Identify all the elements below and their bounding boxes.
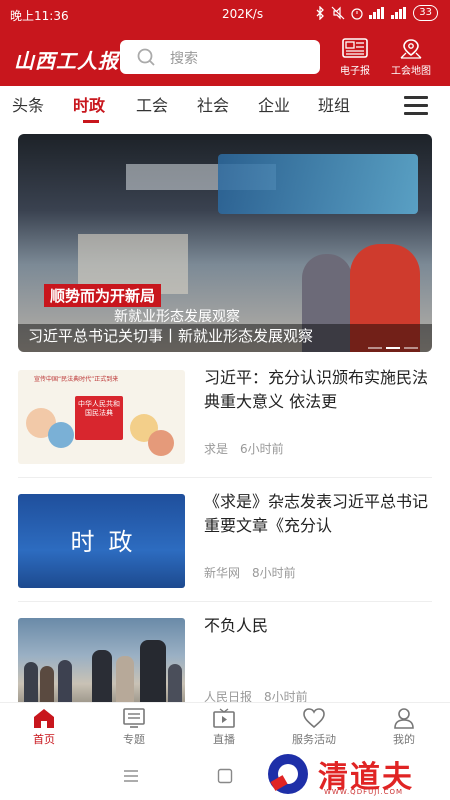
live-icon	[213, 708, 235, 728]
nav-mine[interactable]: 我的	[369, 707, 439, 747]
app-header: 山西工人报 搜索 电子报 工会地图	[0, 30, 450, 86]
hero-overlay-subtitle: 新就业形态发展观察	[114, 309, 240, 325]
bottom-navigation: 首页 专题 直播 服务活动 我的	[0, 702, 450, 755]
active-tab-indicator	[83, 120, 99, 123]
newspaper-icon	[342, 38, 368, 58]
news-time: 6小时前	[240, 442, 284, 456]
tab-society[interactable]: 社会	[197, 92, 229, 116]
mute-icon	[331, 6, 345, 20]
epaper-label: 电子报	[340, 66, 370, 77]
thumb-headline: 宣传中国“民法典时代”正式到来	[34, 376, 119, 383]
tab-enterprise[interactable]: 企业	[258, 92, 290, 116]
nav-live-label: 直播	[213, 733, 235, 746]
bluetooth-icon	[316, 6, 325, 20]
nav-mine-label: 我的	[393, 733, 415, 746]
heart-icon	[303, 708, 325, 729]
status-icons: 33	[315, 5, 438, 21]
news-source: 求是	[204, 442, 229, 456]
home-square-icon[interactable]	[217, 768, 233, 784]
nav-topics-label: 专题	[123, 733, 145, 746]
divider	[18, 477, 432, 478]
app-logo: 山西工人报	[14, 49, 119, 73]
tab-union[interactable]: 工会	[136, 92, 168, 116]
menu-lines-icon[interactable]	[124, 770, 138, 782]
news-title: 不负人民	[204, 616, 269, 635]
search-placeholder: 搜索	[170, 51, 198, 67]
hero-caption: 习近平总书记关切事丨新就业形态发展观察	[28, 327, 314, 345]
search-icon	[137, 48, 155, 66]
divider	[18, 601, 432, 602]
tab-politics[interactable]: 时政	[73, 92, 105, 116]
topic-icon	[123, 708, 145, 728]
nav-home-label: 首页	[33, 733, 55, 746]
cartoon-figure	[48, 422, 74, 448]
status-time: 晚上11:36	[10, 9, 69, 23]
network-speed: 202K/s	[222, 7, 264, 21]
news-meta: 新华网 8小时前	[204, 564, 296, 581]
nav-topics[interactable]: 专题	[99, 707, 169, 747]
hero-bg-sign	[218, 154, 418, 214]
news-thumbnail: 时政	[18, 494, 185, 588]
home-icon	[34, 709, 54, 728]
news-source: 新华网	[204, 566, 241, 580]
news-title: 《求是》杂志发表习近平总书记重要文章《充分认	[204, 492, 429, 535]
watermark: 清道夫 WWW.QDFUJI.COM	[268, 752, 438, 798]
carousel-dot	[368, 347, 382, 349]
nav-home[interactable]: 首页	[9, 707, 79, 747]
watermark-url: WWW.QDFUJI.COM	[324, 788, 404, 796]
map-pin-icon	[400, 39, 422, 59]
hero-carousel[interactable]: 顺势而为开新局 新就业形态发展观察 习近平总书记关切事丨新就业形态发展观察	[18, 134, 432, 352]
news-thumbnail: 宣传中国“民法典时代”正式到来 中华人民共和国民法典	[18, 370, 185, 464]
tab-headlines[interactable]: 头条	[12, 92, 44, 116]
status-bar: 晚上11:36 202K/s 33	[0, 0, 450, 30]
news-item[interactable]: 宣传中国“民法典时代”正式到来 中华人民共和国民法典 习近平：充分认识颁布实施民…	[18, 368, 432, 468]
search-input[interactable]: 搜索	[120, 40, 320, 74]
nav-live[interactable]: 直播	[189, 707, 259, 747]
user-icon	[394, 708, 414, 729]
tab-team[interactable]: 班组	[318, 92, 350, 116]
carousel-dots	[368, 347, 418, 349]
nav-services[interactable]: 服务活动	[279, 707, 349, 747]
thumb-label: 时政	[70, 528, 147, 556]
nav-services-label: 服务活动	[292, 733, 336, 746]
epaper-button[interactable]: 电子报	[330, 38, 380, 82]
news-time: 8小时前	[252, 566, 296, 580]
news-thumbnail	[18, 618, 185, 712]
hero-overlay-title: 顺势而为开新局	[44, 284, 162, 307]
carousel-dot	[404, 347, 418, 349]
cartoon-figure	[148, 430, 174, 456]
signal-icon	[369, 7, 385, 19]
news-meta: 求是 6小时前	[204, 440, 284, 457]
news-title: 习近平：充分认识颁布实施民法典重大意义 依法更	[204, 368, 429, 411]
battery-indicator: 33	[413, 5, 438, 21]
union-map-label: 工会地图	[391, 66, 431, 77]
signal-icon-2	[391, 7, 407, 19]
carousel-dot-active	[386, 347, 400, 349]
menu-icon[interactable]	[404, 96, 428, 120]
alarm-icon	[351, 8, 363, 20]
category-tabs: 头条 时政 工会 社会 企业 班组	[0, 86, 450, 124]
news-item[interactable]: 时政 《求是》杂志发表习近平总书记重要文章《充分认 新华网 8小时前	[18, 492, 432, 592]
civil-code-text: 中华人民共和国民法典	[78, 400, 120, 417]
union-map-button[interactable]: 工会地图	[386, 38, 436, 82]
